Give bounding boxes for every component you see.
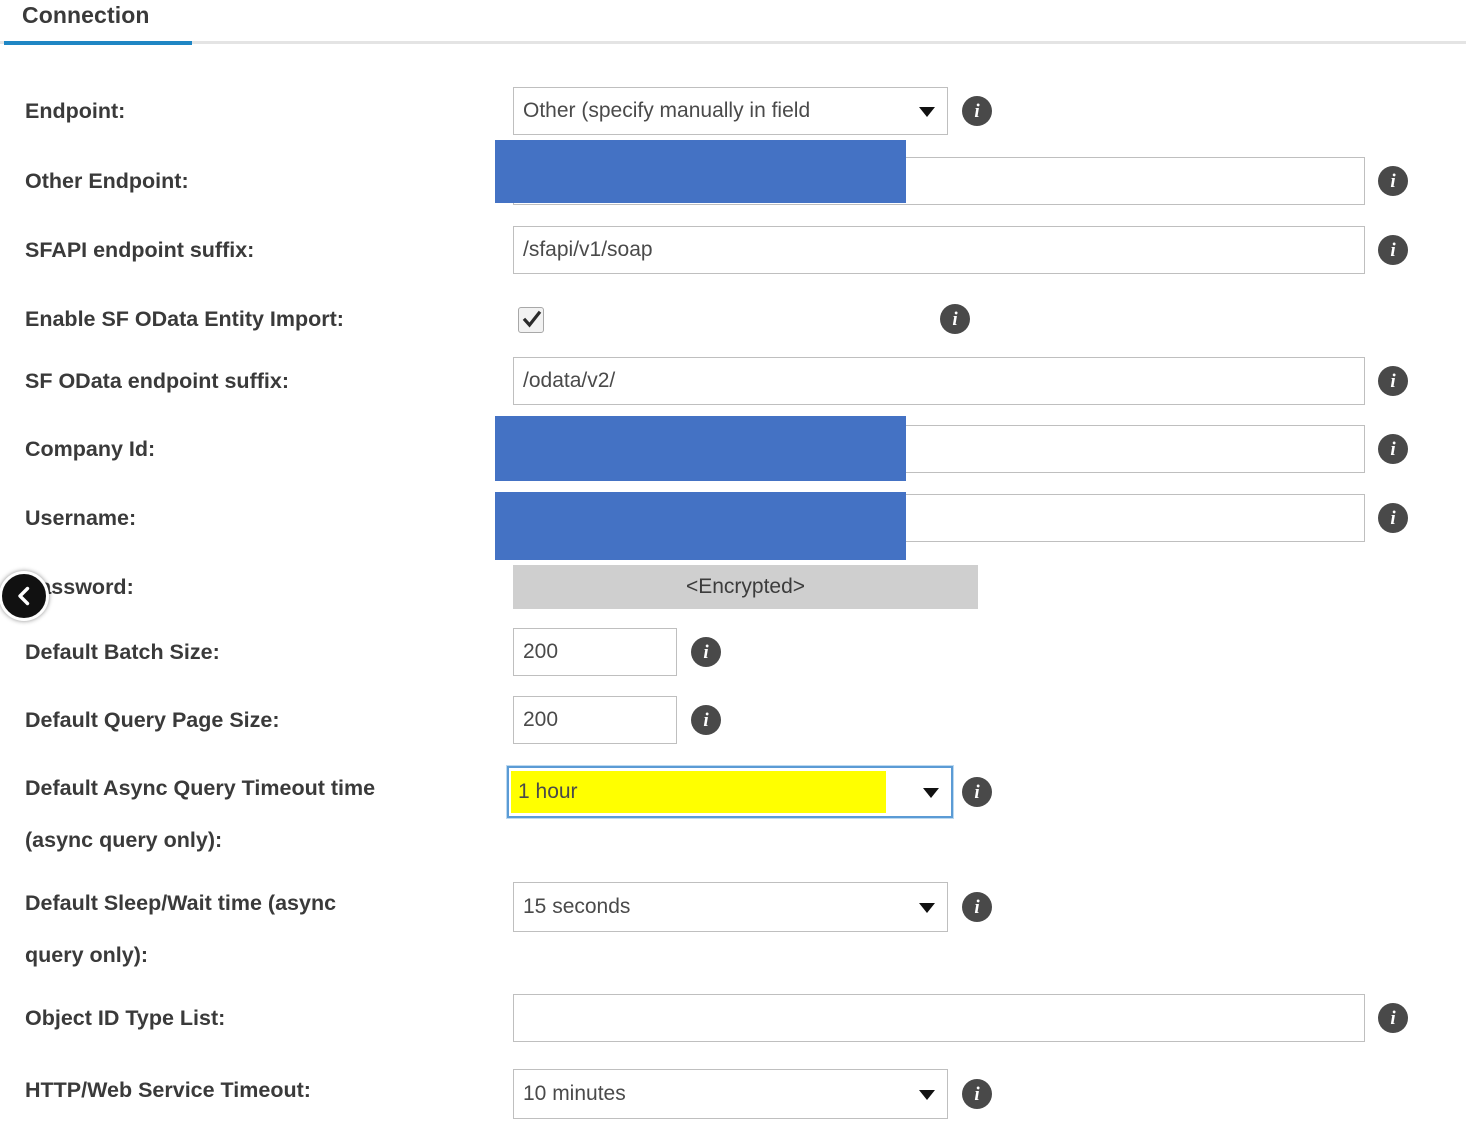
http-web-service-timeout-info-icon[interactable]: i (962, 1079, 992, 1109)
label-username: Username: (25, 506, 137, 530)
company-id-info-icon[interactable]: i (1378, 434, 1408, 464)
sfapi-endpoint-suffix-info-icon[interactable]: i (1378, 235, 1408, 265)
chevron-down-icon (919, 903, 935, 913)
tab-connection[interactable]: Connection (22, 0, 150, 41)
label-default-async-query-timeout: Default Async Query Timeout time (async … (25, 776, 376, 852)
redaction-other-endpoint (495, 140, 906, 203)
username-info-icon[interactable]: i (1378, 503, 1408, 533)
enable-sf-odata-entity-import-checkbox[interactable] (518, 307, 544, 333)
field-row-enable-odata-import: Enable SF OData Entity Import: i (0, 293, 1466, 334)
field-row-http-service-timeout: HTTP/Web Service Timeout: 10 minutes i (0, 1064, 1466, 1119)
default-query-page-size-input[interactable]: 200 (513, 696, 677, 744)
label-default-query-page-size: Default Query Page Size: (25, 708, 280, 732)
connection-settings-form: Endpoint: Other (specify manually in fie… (0, 45, 1466, 1125)
label-default-sleep-wait-time: Default Sleep/Wait time (async query onl… (25, 891, 337, 967)
object-id-type-list-input[interactable] (513, 994, 1365, 1042)
redaction-username (495, 492, 906, 560)
default-batch-size-info-icon[interactable]: i (691, 637, 721, 667)
label-enable-sf-odata-entity-import: Enable SF OData Entity Import: (25, 307, 344, 331)
label-default-batch-size: Default Batch Size: (25, 640, 220, 664)
chevron-down-icon (923, 788, 939, 798)
object-id-type-list-info-icon[interactable]: i (1378, 1003, 1408, 1033)
default-sleep-wait-time-info-icon[interactable]: i (962, 892, 992, 922)
label-endpoint: Endpoint: (25, 99, 126, 123)
field-row-sleep-wait-time: Default Sleep/Wait time (async query onl… (0, 877, 1466, 967)
default-async-query-timeout-select[interactable]: 1 hour (507, 766, 953, 818)
endpoint-info-icon[interactable]: i (962, 96, 992, 126)
tab-bar: Connection (0, 0, 1466, 45)
default-async-query-timeout-value: 1 hour (518, 780, 578, 803)
tab-bar-divider (0, 41, 1466, 44)
default-batch-size-input[interactable]: 200 (513, 628, 677, 676)
back-nav-button[interactable] (0, 571, 49, 621)
field-row-endpoint: Endpoint: Other (specify manually in fie… (0, 85, 1466, 135)
default-query-page-size-info-icon[interactable]: i (691, 705, 721, 735)
endpoint-select[interactable]: Other (specify manually in field (513, 87, 948, 135)
label-sfapi-endpoint-suffix: SFAPI endpoint suffix: (25, 238, 255, 262)
chevron-left-icon (18, 586, 30, 606)
default-sleep-wait-time-select[interactable]: 15 seconds (513, 882, 948, 932)
redaction-company-id (495, 416, 906, 481)
label-company-id: Company Id: (25, 437, 156, 461)
sf-odata-endpoint-suffix-input[interactable]: /odata/v2/ (513, 357, 1365, 405)
label-http-web-service-timeout: HTTP/Web Service Timeout: (25, 1078, 311, 1102)
other-endpoint-info-icon[interactable]: i (1378, 166, 1408, 196)
default-sleep-wait-time-value: 15 seconds (523, 895, 631, 918)
default-async-query-timeout-info-icon[interactable]: i (962, 777, 992, 807)
chevron-down-icon (919, 1090, 935, 1100)
label-object-id-type-list: Object ID Type List: (25, 1006, 226, 1030)
enable-sf-odata-entity-import-info-icon[interactable]: i (940, 304, 970, 334)
password-encrypted-value[interactable]: <Encrypted> (513, 565, 978, 609)
http-web-service-timeout-value: 10 minutes (523, 1082, 626, 1105)
endpoint-select-value: Other (specify manually in field (523, 99, 811, 122)
chevron-down-icon (919, 107, 935, 117)
sfapi-endpoint-suffix-input[interactable]: /sfapi/v1/soap (513, 226, 1365, 274)
http-web-service-timeout-select[interactable]: 10 minutes (513, 1069, 948, 1119)
label-sf-odata-endpoint-suffix: SF OData endpoint suffix: (25, 369, 289, 393)
check-icon (522, 310, 542, 328)
field-row-async-query-timeout: Default Async Query Timeout time (async … (0, 762, 1466, 852)
label-other-endpoint: Other Endpoint: (25, 169, 189, 193)
sf-odata-endpoint-suffix-info-icon[interactable]: i (1378, 366, 1408, 396)
